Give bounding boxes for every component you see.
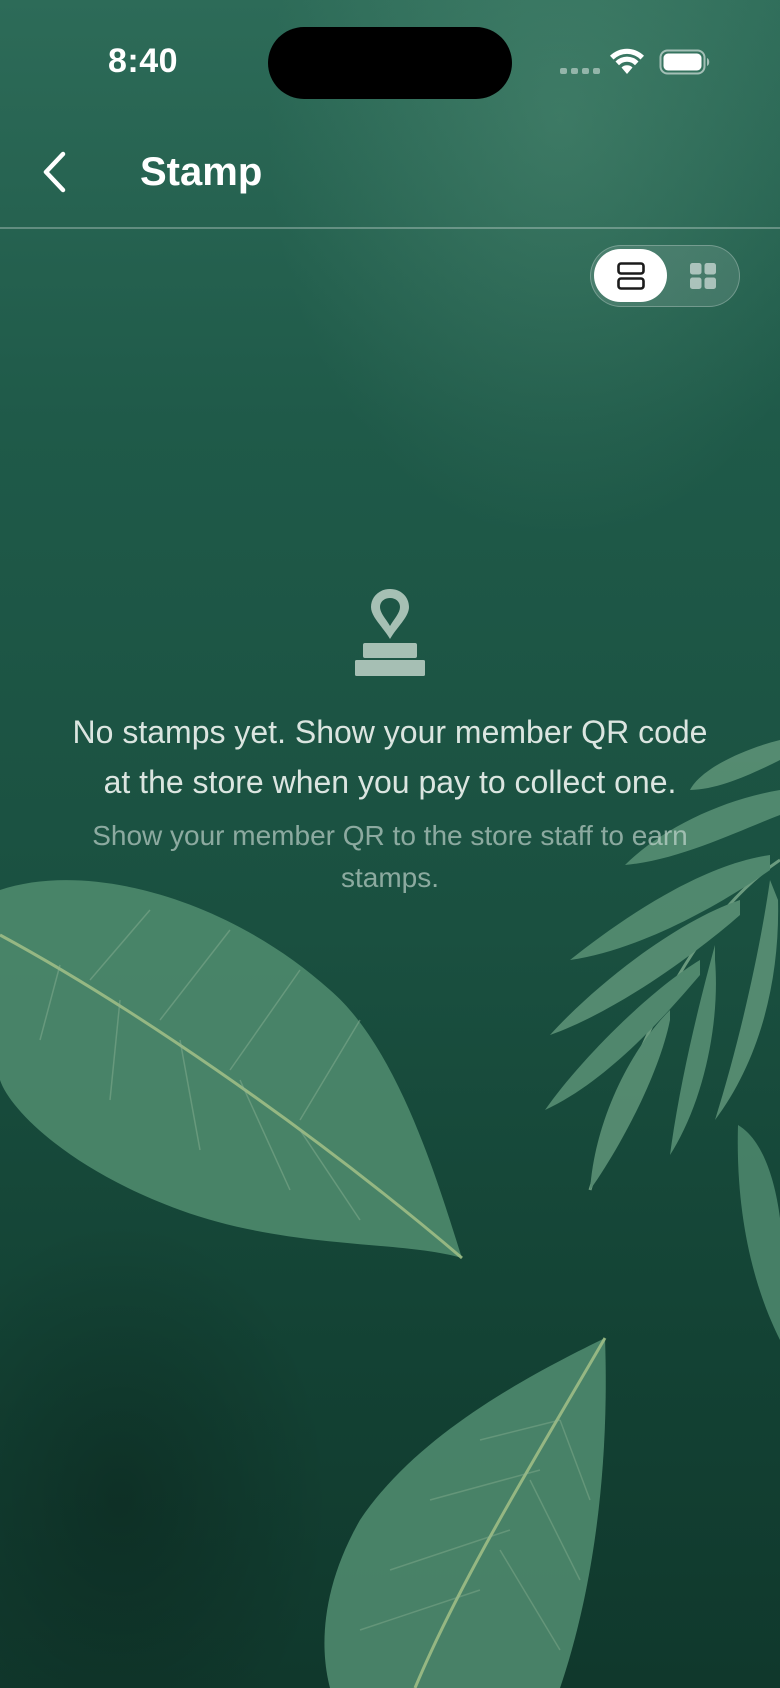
battery-icon (659, 49, 710, 75)
empty-state-title: No stamps yet. Show your member QR code … (72, 714, 708, 800)
empty-state: No stamps yet. Show your member QR code … (40, 585, 740, 899)
stamp-screen: 8:40 Stamp No stamps yet. Show your memb… (0, 0, 780, 1688)
cellular-signal-icon (560, 68, 600, 74)
stamp-icon (355, 589, 425, 676)
large-leaf-left (0, 880, 463, 1260)
view-mode-toggle (590, 245, 740, 307)
navigation-bar: Stamp (0, 120, 780, 229)
list-view-icon (616, 261, 645, 290)
grid-view-icon (690, 262, 716, 289)
leaf-right-edge (737, 1125, 780, 1340)
wifi-icon (610, 48, 644, 74)
dynamic-island (268, 27, 512, 99)
status-bar: 8:40 (0, 0, 780, 120)
page-title: Stamp (140, 150, 263, 194)
large-leaf-bottom (324, 1337, 607, 1688)
status-time: 8:40 (108, 42, 179, 80)
back-button[interactable] (30, 140, 78, 204)
empty-state-subtitle: Show your member QR to the store staff t… (92, 820, 688, 893)
chevron-left-icon (43, 151, 66, 193)
list-view-button[interactable] (594, 249, 667, 302)
grid-view-button[interactable] (669, 249, 737, 302)
